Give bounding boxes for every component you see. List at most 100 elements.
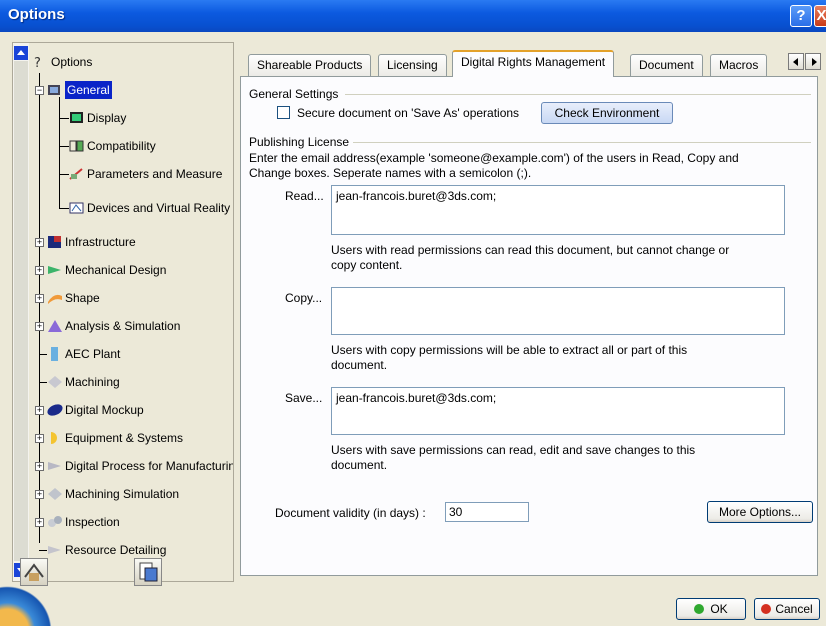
tree-item-label: Digital Process for Manufacturing xyxy=(65,459,234,473)
dialog-client: ? Options − General Display Compatibilit… xyxy=(0,32,826,626)
copy-permissions-field[interactable] xyxy=(331,287,785,335)
tab-macros[interactable]: Macros xyxy=(710,54,768,76)
expander-shape[interactable]: + xyxy=(35,294,44,303)
expander-machining-simulation[interactable]: + xyxy=(35,490,44,499)
app-logo xyxy=(0,580,72,626)
tree-connector xyxy=(39,354,47,355)
tree-scrollbar[interactable] xyxy=(13,43,29,581)
ok-icon xyxy=(694,603,705,614)
cancel-icon xyxy=(761,603,772,614)
analysis-icon xyxy=(47,319,63,333)
document-validity-label: Document validity (in days) : xyxy=(275,506,426,520)
expander-infrastructure[interactable]: + xyxy=(35,238,44,247)
tab-scroll-right-button[interactable] xyxy=(805,53,821,70)
tab-licensing[interactable]: Licensing xyxy=(378,54,447,76)
digital-process-icon xyxy=(47,459,63,473)
drm-panel: General Settings Secure document on 'Sav… xyxy=(240,76,818,576)
section-divider xyxy=(353,142,811,143)
tree-item-label: Parameters and Measure xyxy=(87,167,223,181)
tree-item-label: Machining Simulation xyxy=(65,487,180,501)
options-root-icon: ? xyxy=(33,55,49,71)
ok-label: OK xyxy=(710,602,728,616)
tree-item-label: General xyxy=(65,81,112,99)
expander-equipment[interactable]: + xyxy=(35,434,44,443)
tree-item-label: Inspection xyxy=(65,515,120,529)
devices-icon xyxy=(69,201,85,215)
expander-inspection[interactable]: + xyxy=(35,518,44,527)
document-validity-input[interactable]: 30 xyxy=(445,502,529,522)
ok-button[interactable]: OK xyxy=(676,598,746,620)
compatibility-icon xyxy=(69,139,85,153)
check-environment-button[interactable]: Check Environment xyxy=(541,102,673,124)
tree-item-label: Analysis & Simulation xyxy=(65,319,181,333)
section-divider xyxy=(345,94,811,95)
help-button[interactable]: ? xyxy=(790,5,812,27)
tree-item-label: Infrastructure xyxy=(65,235,136,249)
tree-item-label: Resource Detailing xyxy=(65,543,167,557)
publishing-instructions: Enter the email address(example 'someone… xyxy=(249,151,739,180)
tree-item-label: Digital Mockup xyxy=(65,403,144,417)
close-button[interactable]: X xyxy=(814,5,826,27)
parameters-icon xyxy=(69,167,85,181)
tree-connector xyxy=(39,73,40,543)
copy-label: Copy... xyxy=(285,291,323,305)
tree-item-label: AEC Plant xyxy=(65,347,121,361)
shape-icon xyxy=(47,291,63,305)
tree-item-label: Machining xyxy=(65,375,120,389)
save-help-text: Users with save permissions can read, ed… xyxy=(331,443,696,472)
tree-item-label: Options xyxy=(51,55,93,69)
window-title: Options xyxy=(8,6,65,23)
general-icon xyxy=(47,83,63,97)
tree-connector xyxy=(39,550,47,551)
equipment-icon xyxy=(47,431,63,445)
tree-item-label: Shape xyxy=(65,291,100,305)
cancel-button[interactable]: Cancel xyxy=(754,598,820,620)
copy-help-text: Users with copy permissions will be able… xyxy=(331,343,688,372)
digital-mockup-icon xyxy=(47,403,63,417)
machining-icon xyxy=(47,375,63,389)
expander-digital-mockup[interactable]: + xyxy=(35,406,44,415)
machining-simulation-icon xyxy=(47,487,63,501)
aec-plant-icon xyxy=(47,347,63,361)
secure-document-checkbox[interactable] xyxy=(277,106,290,119)
tree-item-label: Equipment & Systems xyxy=(65,431,184,445)
cancel-label: Cancel xyxy=(775,602,813,616)
tree-connector xyxy=(59,146,69,147)
options-window: Options ? X ? Options − General Display … xyxy=(0,0,826,626)
expander-analysis[interactable]: + xyxy=(35,322,44,331)
tab-strip: Shareable Products Licensing Digital Rig… xyxy=(240,50,810,77)
tab-scroll-left-button[interactable] xyxy=(788,53,804,70)
more-options-button[interactable]: More Options... xyxy=(707,501,813,523)
scroll-up-button[interactable] xyxy=(14,46,28,60)
read-help-text: Users with read permissions can read thi… xyxy=(331,243,730,272)
tree-item-label: Display xyxy=(87,111,127,125)
display-icon xyxy=(69,111,85,125)
save-permissions-field[interactable]: jean-francois.buret@3ds.com; xyxy=(331,387,785,435)
export-settings-icon[interactable] xyxy=(134,558,162,586)
secure-document-label: Secure document on 'Save As' operations xyxy=(297,106,520,120)
scroll-thumb[interactable] xyxy=(14,61,28,561)
options-tree: ? Options − General Display Compatibilit… xyxy=(12,42,234,582)
expander-mechanical-design[interactable]: + xyxy=(35,266,44,275)
tab-shareable-products[interactable]: Shareable Products xyxy=(248,54,372,76)
tab-digital-rights-management[interactable]: Digital Rights Management xyxy=(452,50,615,77)
expander-general[interactable]: − xyxy=(35,86,44,95)
tree-item-label: Compatibility xyxy=(87,139,156,153)
tab-document[interactable]: Document xyxy=(630,54,703,76)
mechanical-design-icon xyxy=(47,263,63,277)
tree-item-label: Mechanical Design xyxy=(65,263,167,277)
title-bar[interactable]: Options ? X xyxy=(0,0,826,32)
read-label: Read... xyxy=(285,189,324,203)
tree-connector xyxy=(59,118,69,119)
tree-connector xyxy=(59,97,60,209)
resource-detailing-icon xyxy=(47,543,63,557)
tree-connector xyxy=(59,174,69,175)
infrastructure-icon xyxy=(47,235,63,249)
expander-digital-process[interactable]: + xyxy=(35,462,44,471)
save-label: Save... xyxy=(285,391,323,405)
inspection-icon xyxy=(47,515,63,529)
tree-item-label: Devices and Virtual Reality xyxy=(87,201,231,215)
general-settings-header: General Settings xyxy=(249,87,339,101)
read-permissions-field[interactable]: jean-francois.buret@3ds.com; xyxy=(331,185,785,235)
publishing-license-header: Publishing License xyxy=(249,135,350,149)
